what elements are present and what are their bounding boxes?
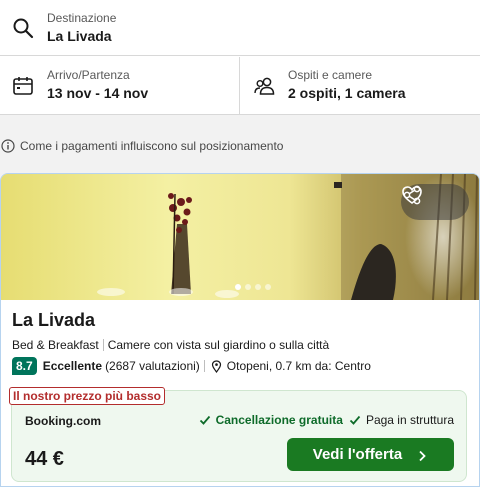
guests-label: Ospiti e camere	[288, 68, 373, 82]
provider-name: Booking.com	[25, 414, 102, 428]
check-icon	[199, 414, 211, 426]
hotel-type-row: Bed & Breakfast Camere con vista sul gia…	[12, 338, 329, 352]
hotel-name[interactable]: La Livada	[12, 310, 95, 331]
destination-field[interactable]: Destinazione La Livada	[0, 0, 480, 56]
hotel-location: Otopeni, 0.7 km da: Centro	[226, 359, 371, 373]
divider	[102, 339, 104, 351]
guests-value: 2 ospiti, 1 camera	[288, 85, 406, 101]
pagination-dot[interactable]	[265, 284, 271, 290]
rating-word: Eccellente	[42, 359, 103, 373]
photo-pagination	[235, 284, 271, 290]
property-type: Bed & Breakfast	[12, 338, 99, 352]
room-note: Camere con vista sul giardino o sulla ci…	[107, 338, 330, 352]
dates-field[interactable]: Arrivo/Partenza 13 nov - 14 nov	[0, 57, 240, 115]
search-icon	[11, 16, 35, 40]
info-icon	[1, 139, 15, 153]
dates-value: 13 nov - 14 nov	[47, 85, 149, 101]
heart-icon[interactable]	[402, 186, 460, 213]
destination-label: Destinazione	[47, 11, 117, 25]
review-count: (2687 valutazioni)	[105, 359, 200, 373]
photo-actions	[401, 184, 469, 220]
destination-value: La Livada	[47, 28, 112, 44]
free-cancellation: Cancellazione gratuita	[215, 413, 343, 427]
pagination-dot[interactable]	[235, 284, 241, 290]
pin-icon	[211, 359, 222, 373]
view-offer-button[interactable]: Vedi l'offerta	[287, 438, 454, 471]
ranking-notice[interactable]: Come i pagamenti influiscono sul posizio…	[0, 137, 283, 155]
check-icon	[349, 414, 361, 426]
pay-at-property: Paga in struttura	[365, 413, 454, 427]
offer-perks: Cancellazione gratuita Paga in struttura	[199, 413, 454, 427]
calendar-icon	[12, 75, 34, 97]
people-icon	[253, 75, 277, 97]
best-price-badge: Il nostro prezzo più basso	[9, 387, 166, 405]
pagination-dot[interactable]	[255, 284, 261, 290]
hotel-card[interactable]: La Livada Bed & Breakfast Camere con vis…	[0, 173, 480, 487]
search-panel: Destinazione La Livada Arrivo/Partenza 1…	[0, 0, 480, 115]
dates-label: Arrivo/Partenza	[47, 68, 130, 82]
notice-text: Come i pagamenti influiscono sul posizio…	[20, 139, 284, 153]
divider	[203, 360, 205, 372]
chevron-right-icon	[416, 449, 428, 461]
score-badge: 8.7	[12, 357, 37, 375]
guests-field[interactable]: Ospiti e camere 2 ospiti, 1 camera	[240, 57, 480, 115]
view-offer-label: Vedi l'offerta	[312, 446, 403, 463]
hotel-photo[interactable]	[1, 174, 479, 300]
rating-row: 8.7 Eccellente (2687 valutazioni) Otopen…	[12, 357, 371, 375]
pagination-dot[interactable]	[245, 284, 251, 290]
price: 44 €	[25, 448, 64, 470]
